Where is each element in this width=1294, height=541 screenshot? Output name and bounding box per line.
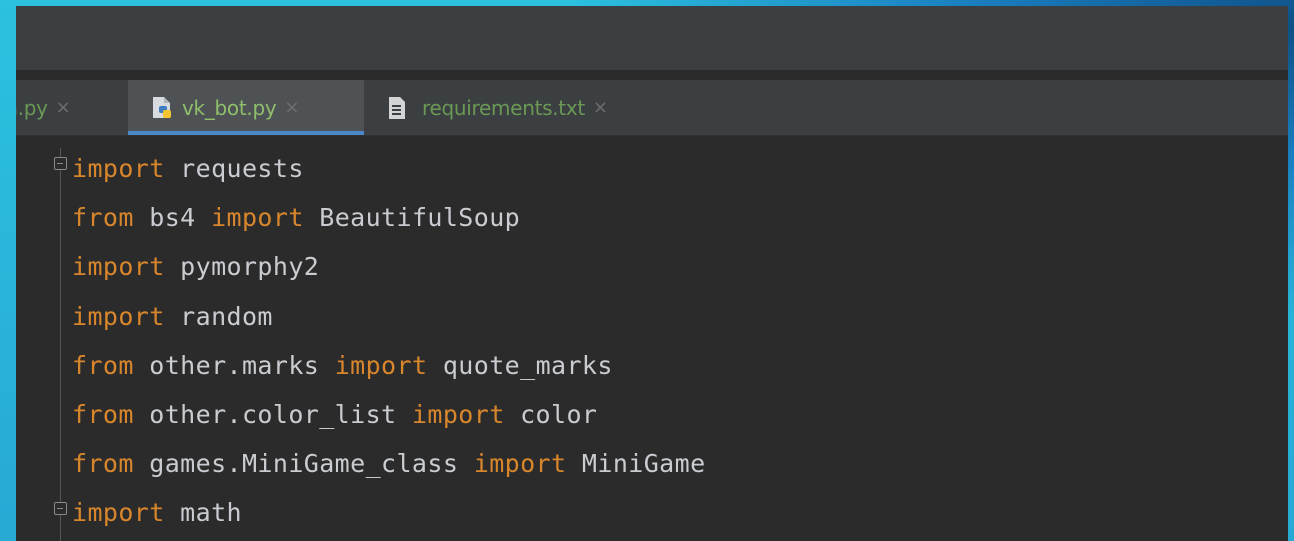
keyword: import <box>72 301 165 331</box>
code-line: from bs4 import BeautifulSoup <box>72 193 706 242</box>
fold-guide-line <box>60 148 61 541</box>
code-editor[interactable]: import requests from bs4 import Beautifu… <box>16 136 1288 541</box>
code-line: import requests <box>72 144 706 193</box>
module-name: games.MiniGame_class <box>133 449 474 479</box>
keyword: import <box>72 154 165 183</box>
close-icon[interactable]: × <box>56 97 71 118</box>
tab-requirements-txt[interactable]: requirements.txt × <box>384 80 684 135</box>
identifier: pymorphy2 <box>164 252 320 282</box>
toolbar-area <box>16 6 1288 70</box>
module-name: other.marks <box>133 350 335 380</box>
module-name: other.color_list <box>133 399 412 429</box>
fold-start-icon[interactable] <box>54 157 67 170</box>
identifier: quote_marks <box>427 350 613 380</box>
tab-label: requirements.txt <box>422 95 585 120</box>
code-line: from other.color_list import color <box>72 390 706 439</box>
identifier: random <box>164 301 273 331</box>
code-line: import random <box>72 292 706 341</box>
identifier: requests <box>164 154 304 183</box>
keyword: from <box>72 350 134 380</box>
code-line: import math <box>72 488 706 537</box>
code-line: from other.marks import quote_marks <box>72 341 706 390</box>
code-line: from games.MiniGame_class import MiniGam… <box>72 439 706 488</box>
identifier: MiniGame <box>566 449 706 479</box>
fold-end-icon[interactable] <box>54 502 67 515</box>
tab-label: in.py <box>16 95 48 120</box>
keyword: import <box>72 498 165 528</box>
text-file-icon <box>388 96 406 120</box>
python-file-icon <box>150 95 176 121</box>
identifier: math <box>164 498 242 528</box>
editor-tab-bar: in.py × vk_bot.py × <box>16 80 1288 136</box>
keyword: import <box>411 399 505 429</box>
code-lines: import requests from bs4 import Beautifu… <box>72 144 706 538</box>
identifier: BeautifulSoup <box>303 203 521 233</box>
keyword: import <box>334 350 428 380</box>
module-name: bs4 <box>133 203 212 233</box>
keyword: import <box>211 203 304 233</box>
tab-vk-bot-py[interactable]: vk_bot.py × <box>128 80 364 135</box>
keyword: from <box>72 203 134 233</box>
identifier: color <box>504 399 598 429</box>
keyword: import <box>72 252 165 282</box>
ide-window: in.py × vk_bot.py × <box>16 6 1288 541</box>
keyword: from <box>72 399 134 429</box>
code-line: import pymorphy2 <box>72 242 706 291</box>
keyword: import <box>473 449 567 479</box>
tab-main-py[interactable]: in.py × <box>16 80 128 135</box>
close-icon[interactable]: × <box>593 97 608 118</box>
close-icon[interactable]: × <box>284 97 299 118</box>
tab-label: vk_bot.py <box>182 95 277 120</box>
keyword: from <box>72 449 134 479</box>
